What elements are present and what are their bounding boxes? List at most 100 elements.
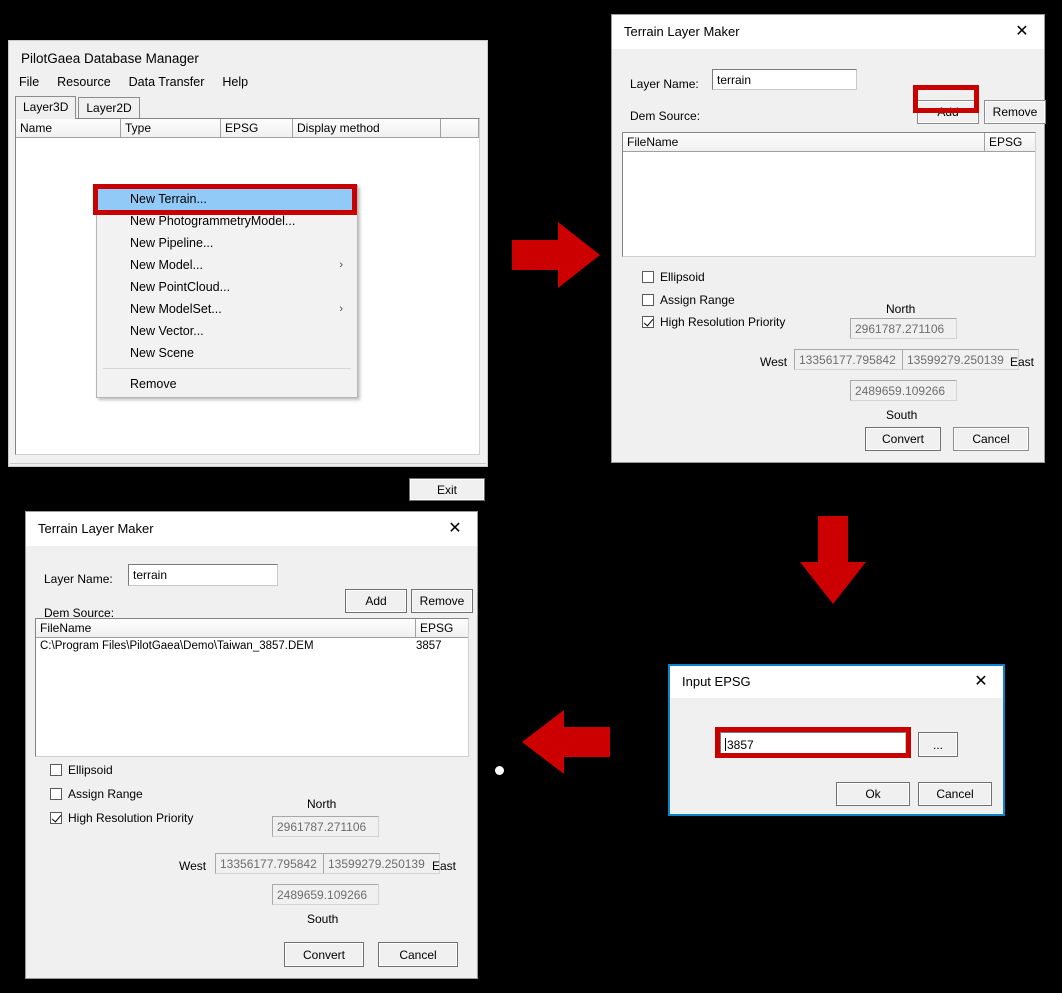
checkbox-row-high-resolution-priority[interactable]: High Resolution Priority: [642, 315, 785, 329]
dem-source-list[interactable]: FileName EPSG: [622, 132, 1036, 257]
checkbox-row-assign-range[interactable]: Assign Range: [50, 787, 143, 801]
north-label: North: [307, 797, 337, 811]
ellipsoid-label: Ellipsoid: [68, 763, 113, 777]
menu-item-label: New Vector...: [130, 324, 204, 338]
north-value: 2961787.271106: [855, 321, 945, 336]
dialog-title: Terrain Layer Maker: [38, 521, 154, 536]
menu-item-data-transfer[interactable]: Data Transfer: [129, 75, 205, 89]
south-value: 2489659.109266: [855, 383, 946, 398]
remove-button[interactable]: Remove: [984, 100, 1046, 124]
epsg-value: 3857: [727, 737, 754, 752]
column-header-epsg[interactable]: EPSG: [985, 133, 1035, 151]
cancel-button[interactable]: Cancel: [918, 782, 992, 806]
high-resolution-priority-checkbox[interactable]: [50, 812, 62, 824]
column-header-display-method[interactable]: Display method: [293, 119, 441, 137]
menu-item-new-terrain[interactable]: New Terrain...: [97, 188, 357, 210]
dem-source-list[interactable]: FileName EPSG C:\Program Files\PilotGaea…: [35, 618, 469, 757]
close-icon[interactable]: ✕: [959, 666, 1003, 698]
column-header-type[interactable]: Type: [121, 119, 221, 137]
assign-range-checkbox[interactable]: [642, 294, 654, 306]
layer-name-value: terrain: [133, 568, 168, 582]
east-input[interactable]: 13599279.250139: [323, 853, 440, 874]
layer-name-input[interactable]: terrain: [712, 69, 857, 90]
epsg-input[interactable]: 3857: [720, 732, 906, 757]
column-header-name[interactable]: Name: [16, 119, 121, 137]
checkbox-row-ellipsoid[interactable]: Ellipsoid: [50, 763, 113, 777]
checkbox-row-high-resolution-priority[interactable]: High Resolution Priority: [50, 811, 193, 825]
north-input[interactable]: 2961787.271106: [272, 816, 379, 837]
menu-bar: File Resource Data Transfer Help: [19, 75, 248, 89]
assign-range-checkbox[interactable]: [50, 788, 62, 800]
menu-item-new-modelset[interactable]: New ModelSet... ›: [97, 298, 357, 320]
west-value: 13356177.795842: [799, 352, 896, 367]
footer-divider: [10, 463, 486, 464]
north-input[interactable]: 2961787.271106: [850, 318, 957, 339]
exit-button[interactable]: Exit: [409, 478, 485, 501]
menu-item-resource[interactable]: Resource: [57, 75, 111, 89]
west-label: West: [760, 355, 788, 369]
cancel-button[interactable]: Cancel: [378, 942, 458, 967]
dem-epsg-cell: 3857: [416, 640, 442, 652]
north-label: North: [886, 302, 916, 316]
high-resolution-priority-checkbox[interactable]: [642, 316, 654, 328]
cancel-button[interactable]: Cancel: [953, 427, 1029, 451]
column-header-filename[interactable]: FileName: [623, 133, 985, 151]
assign-range-label: Assign Range: [660, 293, 735, 307]
add-button[interactable]: Add: [917, 100, 979, 124]
chevron-right-icon: ›: [339, 303, 343, 315]
dialog-titlebar: Input EPSG ✕: [670, 666, 1003, 698]
south-label: South: [307, 912, 339, 926]
layer-name-input[interactable]: terrain: [128, 564, 278, 586]
ellipsoid-label: Ellipsoid: [660, 270, 705, 284]
menu-item-help[interactable]: Help: [222, 75, 248, 89]
column-header-filename[interactable]: FileName: [36, 619, 416, 637]
checkbox-row-ellipsoid[interactable]: Ellipsoid: [642, 270, 705, 284]
menu-item-new-vector[interactable]: New Vector...: [97, 320, 357, 342]
dem-source-list-header: FileName EPSG: [36, 619, 468, 638]
convert-button[interactable]: Convert: [865, 427, 941, 451]
dialog-titlebar: Terrain Layer Maker ✕: [612, 15, 1044, 49]
terrain-layer-maker-dialog-empty: Terrain Layer Maker ✕ Layer Name: terrai…: [611, 14, 1046, 463]
ok-button[interactable]: Ok: [836, 782, 910, 806]
close-icon[interactable]: ✕: [1000, 15, 1044, 49]
west-input[interactable]: 13356177.795842: [794, 349, 911, 370]
menu-item-remove[interactable]: Remove: [97, 373, 357, 395]
tab-layer3d[interactable]: Layer3D: [15, 96, 77, 119]
close-icon[interactable]: ✕: [433, 512, 477, 546]
south-input[interactable]: 2489659.109266: [850, 380, 957, 401]
column-header-blank[interactable]: [441, 119, 479, 137]
convert-button[interactable]: Convert: [284, 942, 364, 967]
table-row[interactable]: C:\Program Files\PilotGaea\Demo\Taiwan_3…: [36, 638, 468, 654]
ellipsoid-checkbox[interactable]: [50, 764, 62, 776]
south-label: South: [886, 408, 918, 422]
south-value: 2489659.109266: [277, 887, 368, 902]
menu-item-new-pointcloud[interactable]: New PointCloud...: [97, 276, 357, 298]
menu-item-label: New Terrain...: [130, 192, 207, 206]
dialog-titlebar: Terrain Layer Maker ✕: [26, 512, 477, 546]
west-input[interactable]: 13356177.795842: [215, 853, 332, 874]
menu-item-new-scene[interactable]: New Scene: [97, 342, 357, 364]
menu-item-file[interactable]: File: [19, 75, 39, 89]
south-input[interactable]: 2489659.109266: [272, 884, 379, 905]
high-resolution-priority-label: High Resolution Priority: [660, 315, 786, 329]
ellipsoid-checkbox[interactable]: [642, 271, 654, 283]
browse-button[interactable]: ...: [918, 732, 958, 757]
dialog-title: Terrain Layer Maker: [624, 24, 740, 39]
menu-item-new-pipeline[interactable]: New Pipeline...: [97, 232, 357, 254]
menu-item-new-photogrammetrymodel[interactable]: New PhotogrammetryModel...: [97, 210, 357, 232]
layer-tabs: Layer3D Layer2D: [15, 96, 142, 119]
menu-separator: [103, 368, 351, 369]
layer-name-label: Layer Name:: [44, 572, 113, 586]
east-label: East: [432, 859, 457, 873]
input-epsg-dialog: Input EPSG ✕ 3857 ... Ok Cancel: [668, 664, 1005, 816]
east-input[interactable]: 13599279.250139: [902, 349, 1019, 370]
checkbox-row-assign-range[interactable]: Assign Range: [642, 293, 735, 307]
tab-layer2d[interactable]: Layer2D: [78, 97, 140, 119]
column-header-epsg[interactable]: EPSG: [416, 619, 468, 637]
menu-item-label: Remove: [130, 377, 177, 391]
add-button[interactable]: Add: [345, 589, 407, 613]
column-header-epsg[interactable]: EPSG: [221, 119, 293, 137]
dem-source-list-header: FileName EPSG: [623, 133, 1035, 152]
menu-item-new-model[interactable]: New Model... ›: [97, 254, 357, 276]
remove-button[interactable]: Remove: [411, 589, 473, 613]
